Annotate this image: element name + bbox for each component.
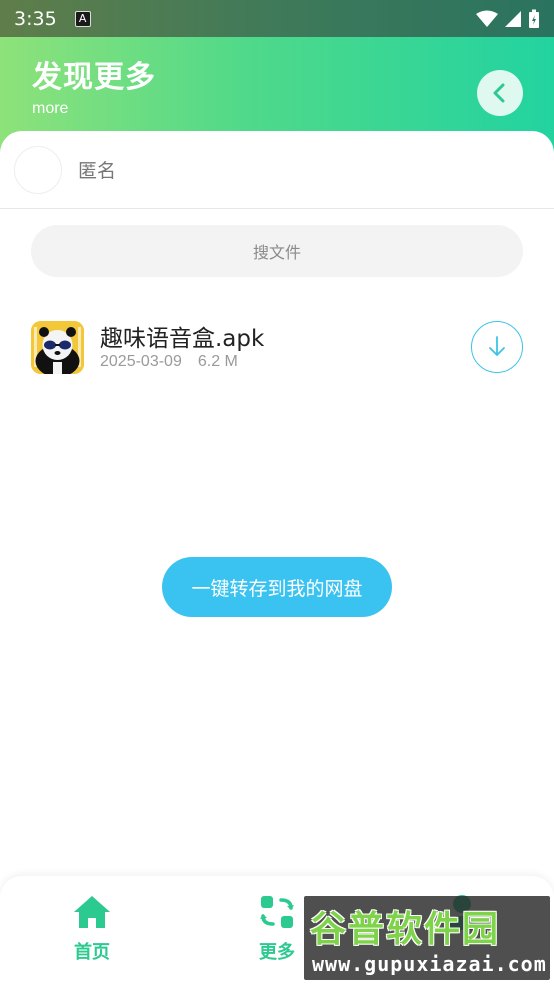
wifi-icon (476, 10, 498, 27)
file-size: 6.2 M (197, 353, 238, 370)
page-title: 发现更多 (32, 60, 156, 95)
user-row: 匿名 (0, 131, 554, 209)
file-name: 趣味语音盒.apk (100, 326, 265, 352)
home-icon (74, 896, 110, 928)
nav-item-home[interactable]: 首页 (52, 894, 132, 964)
battery-icon (529, 9, 539, 28)
signal-icon (505, 10, 521, 27)
page-header: 发现更多 more (32, 52, 156, 118)
search-input[interactable]: 搜文件 (31, 225, 523, 277)
watermark-brand: 谷普软件园 (310, 909, 501, 950)
save-to-cloud-button[interactable]: 一键转存到我的网盘 (162, 557, 392, 617)
file-date: 2025-03-09 (100, 353, 182, 370)
user-name: 匿名 (78, 160, 117, 182)
watermark: 谷普软件园 www.gupuxiazai.com (304, 896, 550, 980)
download-button[interactable] (471, 321, 523, 373)
watermark-url: www.gupuxiazai.com (312, 952, 547, 976)
chevron-left-icon (493, 83, 505, 103)
content-sheet: 匿名 搜文件 趣味语音盒.apk 2025-03-09 6.2 M 一键转存到我… (0, 131, 554, 876)
notification-badge: A (74, 10, 91, 27)
list-item[interactable]: 趣味语音盒.apk 2025-03-09 6.2 M (0, 315, 554, 385)
status-bar: 3:35 A (0, 0, 554, 37)
nav-label-home: 首页 (74, 942, 110, 963)
page-subtitle: more (32, 100, 69, 117)
nav-label-more: 更多 (259, 942, 295, 963)
download-arrow-icon (489, 336, 505, 356)
app-icon (31, 321, 84, 374)
status-time: 3:35 (14, 7, 57, 30)
avatar[interactable] (14, 146, 62, 194)
refresh-icon (260, 896, 294, 928)
status-icons (476, 9, 540, 29)
file-meta: 2025-03-09 6.2 M (100, 353, 238, 371)
back-button[interactable] (477, 70, 523, 116)
